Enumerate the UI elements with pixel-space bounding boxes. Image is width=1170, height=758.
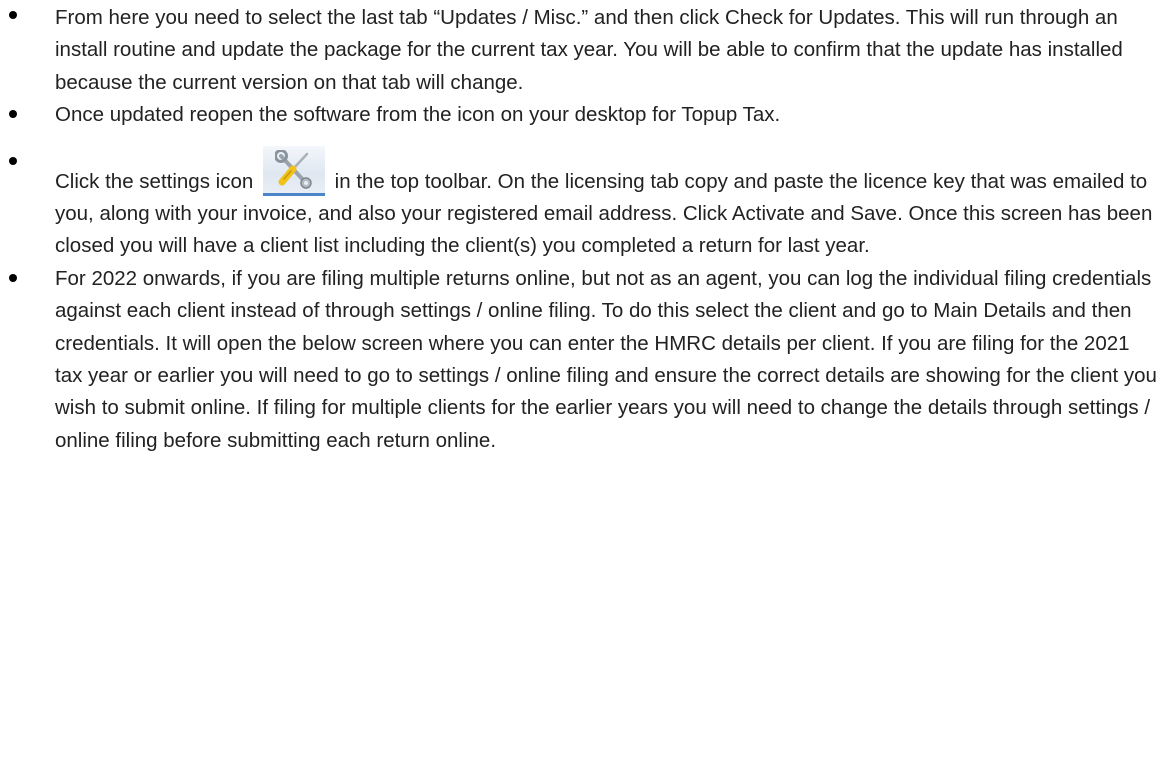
list-item-text: For 2022 onwards, if you are filing mult… [55, 266, 1157, 452]
list-item-text: From here you need to select the last ta… [55, 6, 1123, 94]
list-item: Click the settings icon in the top toolb… [0, 132, 1170, 263]
bullet-icon [9, 273, 17, 282]
settings-tools-icon [262, 145, 325, 196]
list-item: From here you need to select the last ta… [0, 0, 1170, 99]
document-page: From here you need to select the last ta… [0, 0, 1170, 758]
bullet-icon [9, 11, 17, 19]
list-item-text: Once updated reopen the software from th… [55, 103, 781, 127]
bullet-icon [9, 156, 17, 165]
instruction-list: From here you need to select the last ta… [0, 0, 1170, 457]
list-item: For 2022 onwards, if you are filing mult… [0, 263, 1170, 457]
list-item-text-before-icon: Click the settings icon [55, 169, 254, 193]
list-item: Once updated reopen the software from th… [0, 99, 1170, 131]
bullet-icon [9, 110, 17, 119]
